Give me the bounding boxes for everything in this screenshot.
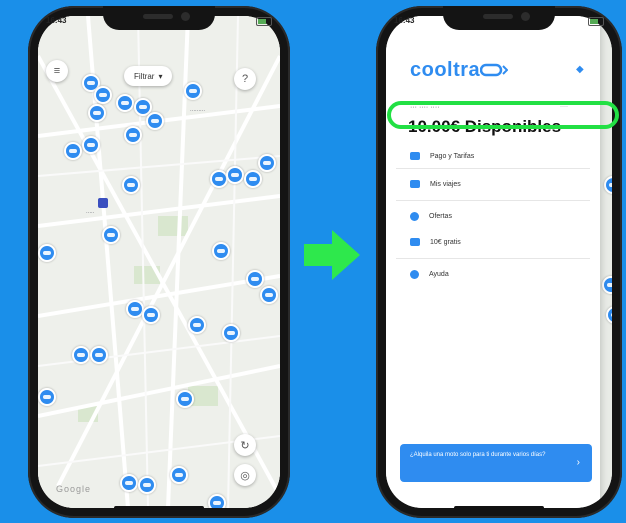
scooter-marker[interactable] <box>122 176 140 194</box>
battery-icon <box>256 16 272 30</box>
divider <box>396 258 590 259</box>
scooter-marker[interactable] <box>170 466 188 484</box>
battery-icon <box>588 16 604 30</box>
scooter-marker[interactable] <box>116 94 134 112</box>
scooter-marker[interactable] <box>258 154 276 172</box>
promo-banner[interactable]: ¿Alquila una moto solo para ti durante v… <box>400 444 592 482</box>
metro-station-icon <box>98 198 108 208</box>
filter-label: Filtrar <box>134 71 155 81</box>
menu-item-trips[interactable]: Mis viajes <box>410 176 461 192</box>
side-menu: cooltra ◆ ··· ···· ···· ···· 10.00€ Disp… <box>386 16 600 508</box>
arrow-right-icon <box>304 230 360 280</box>
help-button[interactable]: ? <box>234 68 256 90</box>
status-bar: 16:43 <box>394 16 604 30</box>
scooter-marker[interactable] <box>146 112 164 130</box>
scooter-marker[interactable] <box>222 324 240 342</box>
map-screen: ≡ Filtrar ▾ ? ····· ········· ↻ ◎ Google <box>38 16 280 508</box>
scooter-marker[interactable] <box>260 286 278 304</box>
menu-screen: cooltra ◆ ··· ···· ···· ···· 10.00€ Disp… <box>386 16 612 508</box>
scooter-marker[interactable] <box>72 346 90 364</box>
map-attribution: Google <box>56 484 92 494</box>
status-bar: 16:43 <box>46 16 272 30</box>
menu-item-label: Mis viajes <box>430 180 461 188</box>
map-label: ····· <box>86 210 95 216</box>
menu-item-label: Pago y Tarifas <box>430 152 475 160</box>
left-phone-frame: ≡ Filtrar ▾ ? ····· ········· ↻ ◎ Google… <box>28 6 290 518</box>
scooter-marker[interactable] <box>142 306 160 324</box>
map-background <box>600 16 612 508</box>
chat-icon <box>410 180 420 188</box>
map-view[interactable]: ≡ Filtrar ▾ ? ····· ········· ↻ ◎ Google <box>38 16 280 508</box>
promo-text: ¿Alquila una moto solo para ti durante v… <box>410 452 546 458</box>
menu-button[interactable]: ≡ <box>46 60 68 82</box>
divider <box>396 168 590 169</box>
menu-item-free-credit[interactable]: 10€ gratis <box>410 234 461 250</box>
user-gift-icon <box>410 238 420 246</box>
scooter-marker[interactable] <box>64 142 82 160</box>
scooter-marker[interactable] <box>244 170 262 188</box>
menu-item-offers[interactable]: Ofertas <box>410 208 452 224</box>
offers-icon <box>410 211 419 221</box>
scooter-marker[interactable] <box>226 166 244 184</box>
divider <box>396 200 590 201</box>
scooter-marker[interactable] <box>124 126 142 144</box>
scooter-marker[interactable] <box>90 346 108 364</box>
menu-item-label: Ayuda <box>429 270 449 278</box>
right-phone-frame: cooltra ◆ ··· ···· ···· ···· 10.00€ Disp… <box>376 6 622 518</box>
scooter-marker[interactable] <box>138 476 156 494</box>
scooter-marker <box>602 276 612 294</box>
scooter-marker[interactable] <box>88 104 106 122</box>
scooter-marker[interactable] <box>102 226 120 244</box>
status-time: 16:43 <box>394 16 415 25</box>
help-icon <box>410 269 419 279</box>
scooter-marker[interactable] <box>184 82 202 100</box>
logo-mark-icon <box>480 63 508 77</box>
credit-card-icon <box>410 152 420 160</box>
cooltra-logo: cooltra <box>410 59 481 81</box>
scooter-marker[interactable] <box>176 390 194 408</box>
locate-button[interactable]: ◎ <box>234 464 256 486</box>
chevron-down-icon: ▾ <box>158 71 163 81</box>
scooter-marker <box>606 306 612 324</box>
home-indicator <box>114 506 204 510</box>
scooter-marker[interactable] <box>82 136 100 154</box>
filter-button[interactable]: Filtrar ▾ <box>124 66 173 86</box>
scooter-marker[interactable] <box>94 86 112 104</box>
map-label: ········· <box>190 108 205 114</box>
menu-item-label: 10€ gratis <box>430 238 461 246</box>
scooter-marker[interactable] <box>188 316 206 334</box>
menu-item-label: Ofertas <box>429 212 452 220</box>
chevron-right-icon: › <box>576 457 580 468</box>
refresh-button[interactable]: ↻ <box>234 434 256 456</box>
scooter-marker[interactable] <box>38 244 56 262</box>
scooter-marker[interactable] <box>246 270 264 288</box>
scooter-marker[interactable] <box>212 242 230 260</box>
scooter-marker <box>604 176 612 194</box>
highlight-ring <box>387 101 619 129</box>
scooter-marker[interactable] <box>120 474 138 492</box>
home-indicator <box>454 506 544 510</box>
menu-item-payment[interactable]: Pago y Tarifas <box>410 148 474 164</box>
status-time: 16:43 <box>46 16 67 25</box>
menu-item-help[interactable]: Ayuda <box>410 266 449 282</box>
scooter-marker[interactable] <box>208 494 226 508</box>
notification-icon[interactable]: ◆ <box>576 64 584 75</box>
scooter-marker[interactable] <box>38 388 56 406</box>
